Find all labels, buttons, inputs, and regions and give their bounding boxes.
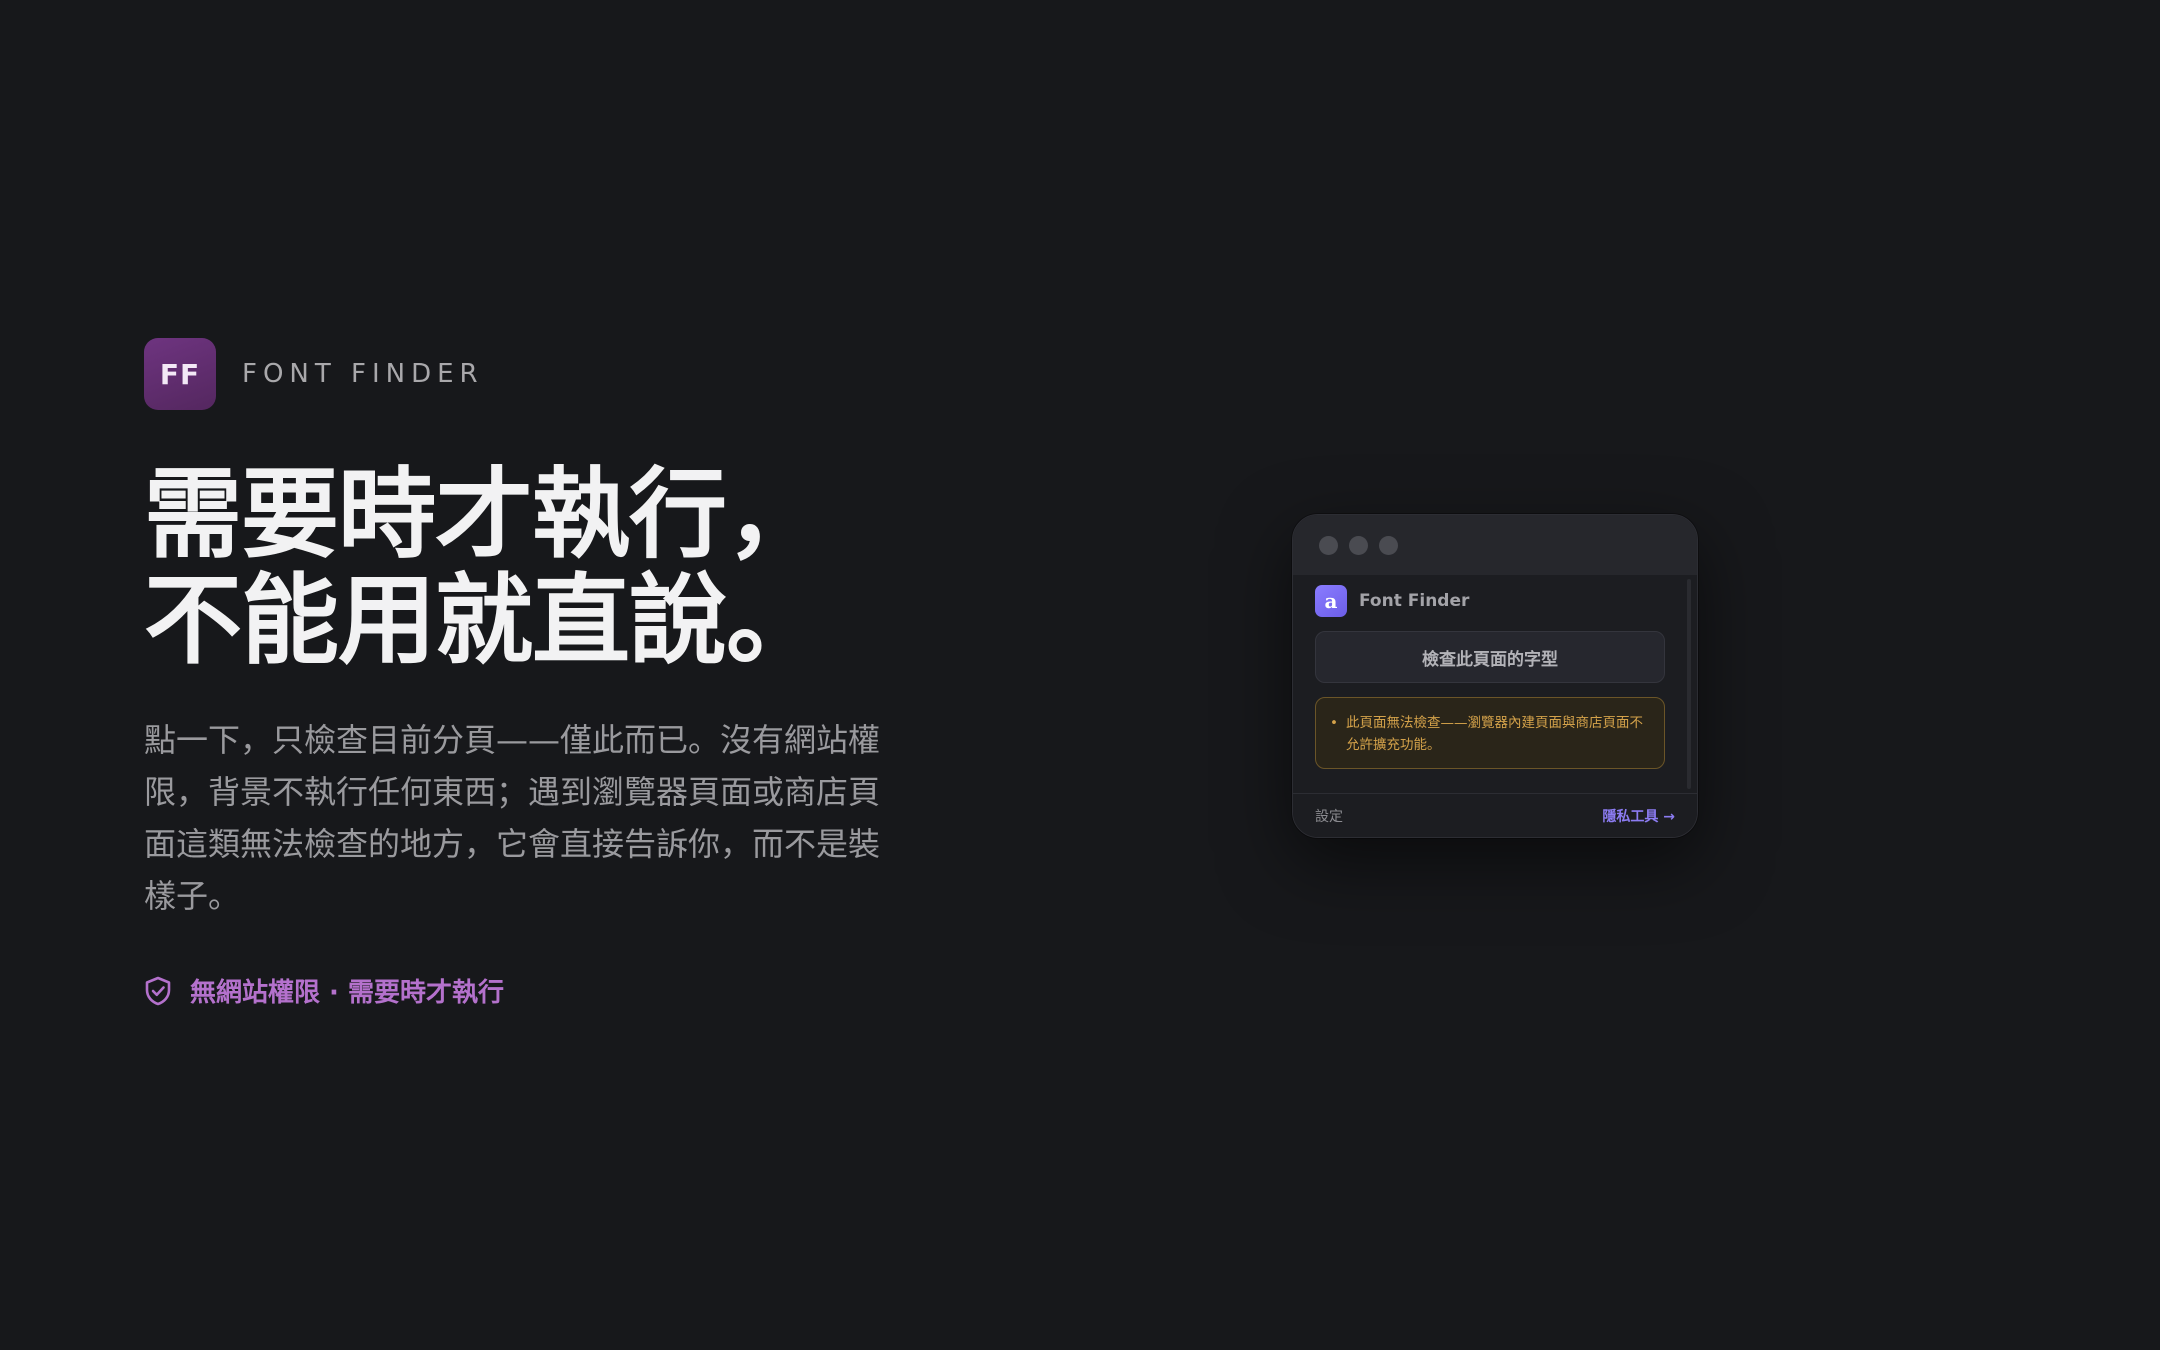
page: FF FONT FINDER 需要時才執行， 不能用就直說。 點一下，只檢查目前… [0,0,2160,1350]
popup-header: a Font Finder [1315,585,1675,617]
popup-body: a Font Finder 檢查此頁面的字型 • 此頁面無法檢查——瀏覽器內建頁… [1293,575,1697,769]
window-maximize-dot[interactable] [1379,535,1398,555]
window-close-dot[interactable] [1319,535,1338,555]
warning-bullet: • [1330,715,1338,731]
brand-logo: FF [144,338,216,410]
window-titlebar [1293,515,1697,575]
warning-text: 此頁面無法檢查——瀏覽器內建頁面與商店頁面不允許擴充功能。 [1346,715,1643,753]
popup-footer: 設定 隱私工具 → [1293,793,1697,837]
privacy-tools-link[interactable]: 隱私工具 → [1602,806,1675,826]
badge-text: 無網站權限 · 需要時才執行 [190,978,504,1008]
description: 點一下，只檢查目前分頁——僅此而已。沒有網站權限，背景不執行任何東西；遇到瀏覽器… [144,721,881,915]
brand-name: FONT FINDER [242,359,484,389]
window-minimize-dot[interactable] [1349,535,1368,555]
font-finder-app-icon: a [1315,585,1347,617]
popup-scrollbar[interactable] [1687,579,1691,789]
brand-header: FF FONT FINDER [144,338,484,410]
extension-popup-window: a Font Finder 檢查此頁面的字型 • 此頁面無法檢查——瀏覽器內建頁… [1292,514,1698,838]
app-name: Font Finder [1359,591,1470,611]
headline: 需要時才執行， 不能用就直說。 [144,462,1044,674]
headline-line-2: 不能用就直說。 [144,564,824,678]
headline-line-1: 需要時才執行， [144,458,824,572]
settings-link[interactable]: 設定 [1315,806,1343,826]
shield-check-icon [144,976,172,1006]
inspect-page-fonts-button[interactable]: 檢查此頁面的字型 [1315,631,1665,683]
cannot-inspect-warning: • 此頁面無法檢查——瀏覽器內建頁面與商店頁面不允許擴充功能。 [1315,697,1665,769]
permission-badge: 無網站權限 · 需要時才執行 [144,972,504,1009]
